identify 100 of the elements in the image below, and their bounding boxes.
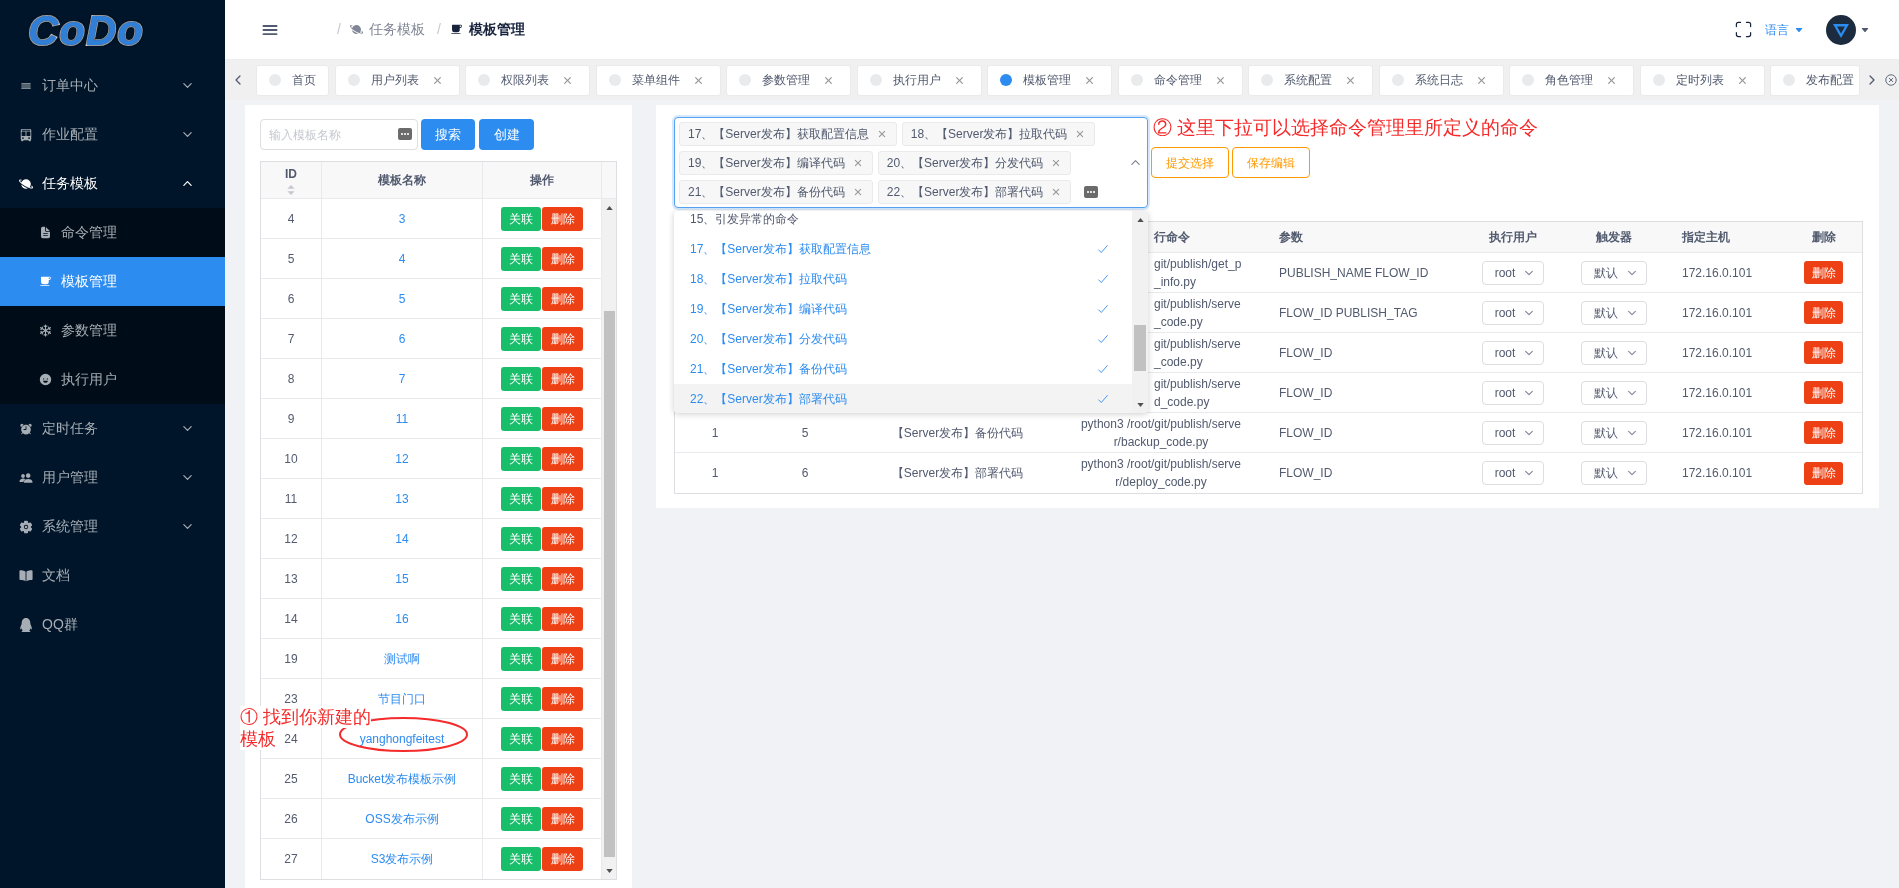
template-link[interactable]: OSS发布示例 [365, 809, 439, 828]
template-link[interactable]: 5 [398, 289, 406, 308]
user-select[interactable]: root [1481, 420, 1545, 445]
link-button[interactable]: 关联 [501, 526, 541, 551]
more-dots-icon[interactable] [398, 128, 412, 140]
delete-button[interactable]: 删除 [1804, 261, 1843, 284]
delete-button[interactable]: 删除 [542, 566, 583, 591]
dropdown-option[interactable]: 15、引发异常的命令 [674, 211, 1132, 234]
link-button[interactable]: 关联 [501, 606, 541, 631]
trigger-select[interactable]: 默认 [1581, 461, 1647, 485]
sidebar-submenu-item[interactable]: 命令管理 [0, 208, 225, 257]
trigger-select[interactable]: 默认 [1581, 340, 1647, 365]
template-link[interactable]: Bucket发布模板示例 [347, 769, 457, 788]
sidebar-menu-item[interactable]: 系统管理 [0, 502, 225, 551]
close-all-icon[interactable] [1884, 73, 1898, 87]
link-button[interactable]: 关联 [501, 486, 541, 511]
user-select[interactable]: root [1481, 300, 1545, 325]
page-tab[interactable]: 权限列表 [465, 64, 590, 96]
delete-button[interactable]: 删除 [542, 606, 583, 631]
link-button[interactable]: 关联 [501, 806, 541, 831]
delete-button[interactable]: 删除 [542, 806, 583, 831]
delete-button[interactable]: 删除 [542, 646, 583, 671]
command-select[interactable]: 17、【Server发布】获取配置信息 18、【Server发布】拉取代码 19、【Server发布】编译代码 20、【Server发布】分发代码 21、【Server发布】备份代码 22、【Server发布】部署代码 [674, 117, 1148, 208]
template-link[interactable]: 7 [398, 369, 406, 388]
delete-button[interactable]: 删除 [542, 766, 583, 791]
user-select[interactable]: root [1481, 340, 1545, 365]
delete-button[interactable]: 删除 [1804, 341, 1843, 364]
template-link[interactable]: 节目门口 [378, 689, 426, 708]
scroll-down-icon[interactable] [1136, 402, 1144, 407]
template-link[interactable]: 3 [398, 209, 406, 228]
fullscreen-icon[interactable] [1734, 20, 1753, 39]
page-tab[interactable]: 菜单组件 [595, 64, 721, 96]
template-link[interactable]: 15 [395, 569, 409, 588]
scrollbar-thumb[interactable] [1134, 325, 1146, 371]
delete-button[interactable]: 删除 [542, 526, 583, 551]
link-button[interactable]: 关联 [501, 366, 541, 391]
user-select[interactable]: root [1481, 260, 1545, 285]
scrollbar[interactable] [601, 199, 616, 879]
trigger-select[interactable]: 默认 [1581, 420, 1647, 445]
template-link[interactable]: 16 [395, 609, 409, 628]
link-button[interactable]: 关联 [501, 766, 541, 791]
link-button[interactable]: 关联 [501, 646, 541, 671]
template-link[interactable]: 测试啊 [384, 649, 420, 668]
link-button[interactable]: 关联 [501, 206, 541, 231]
delete-button[interactable]: 删除 [542, 486, 583, 511]
page-tab[interactable]: 定时列表 [1639, 64, 1765, 96]
delete-button[interactable]: 删除 [542, 686, 583, 711]
more-dots-icon[interactable] [1084, 186, 1099, 198]
delete-button[interactable]: 删除 [542, 406, 583, 431]
scrollbar[interactable] [1132, 211, 1148, 413]
page-tab[interactable]: 命令管理 [1117, 64, 1243, 96]
page-tab[interactable]: 系统配置 [1248, 64, 1373, 96]
sidebar-submenu-item[interactable]: 执行用户 [0, 355, 225, 404]
delete-button[interactable]: 删除 [1804, 301, 1843, 324]
save-button[interactable]: 保存编辑 [1232, 147, 1310, 178]
link-button[interactable]: 关联 [501, 686, 541, 711]
breadcrumb-link[interactable]: 模板管理 [449, 19, 525, 40]
page-tab[interactable]: 发布配置 [1770, 64, 1860, 96]
delete-button[interactable]: 删除 [542, 366, 583, 391]
user-select[interactable]: root [1481, 461, 1545, 485]
link-button[interactable]: 关联 [501, 326, 541, 351]
sidebar-submenu-item[interactable]: 模板管理 [0, 257, 225, 306]
sidebar-menu-item[interactable]: 订单中心 [0, 61, 225, 110]
link-button[interactable]: 关联 [501, 446, 541, 471]
delete-button[interactable]: 删除 [542, 847, 583, 871]
avatar-menu[interactable] [1826, 14, 1870, 45]
sidebar-menu-item[interactable]: 文档 [0, 551, 225, 600]
template-link[interactable]: 11 [395, 409, 409, 428]
link-button[interactable]: 关联 [501, 286, 541, 311]
submit-button[interactable]: 提交选择 [1151, 147, 1229, 178]
link-button[interactable]: 关联 [501, 726, 541, 751]
template-link[interactable]: 4 [398, 249, 406, 268]
delete-button[interactable]: 删除 [542, 206, 583, 231]
link-button[interactable]: 关联 [501, 406, 541, 431]
page-tab[interactable]: 执行用户 [856, 64, 982, 96]
trigger-select[interactable]: 默认 [1581, 260, 1647, 285]
trigger-select[interactable]: 默认 [1581, 300, 1647, 325]
search-button[interactable]: 搜索 [421, 119, 475, 150]
scroll-down-icon[interactable] [605, 868, 613, 873]
breadcrumb-link[interactable]: 任务模板 [349, 19, 425, 40]
sidebar-menu-item[interactable]: 用户管理 [0, 453, 225, 502]
link-button[interactable]: 关联 [501, 847, 541, 871]
delete-button[interactable]: 删除 [542, 726, 583, 751]
template-link[interactable]: 13 [395, 489, 409, 508]
sidebar-menu-item[interactable]: 作业配置 [0, 110, 225, 159]
scrollbar-thumb[interactable] [603, 311, 615, 857]
delete-button[interactable]: 删除 [542, 286, 583, 311]
create-button[interactable]: 创建 [479, 119, 534, 150]
delete-button[interactable]: 删除 [542, 326, 583, 351]
page-tab[interactable]: 模板管理 [987, 64, 1112, 96]
sidebar-menu-item[interactable]: 任务模板 [0, 159, 225, 208]
language-dropdown[interactable]: 语言 [1765, 20, 1804, 39]
dropdown-option[interactable]: 22、【Server发布】部署代码 [674, 384, 1132, 413]
link-button[interactable]: 关联 [501, 566, 541, 591]
scroll-up-icon[interactable] [605, 205, 613, 210]
page-tab[interactable]: 参数管理 [726, 64, 851, 96]
sort-icon[interactable] [287, 185, 295, 195]
user-select[interactable]: root [1481, 380, 1545, 405]
page-tab[interactable]: 系统日志 [1378, 64, 1504, 96]
link-button[interactable]: 关联 [501, 246, 541, 271]
